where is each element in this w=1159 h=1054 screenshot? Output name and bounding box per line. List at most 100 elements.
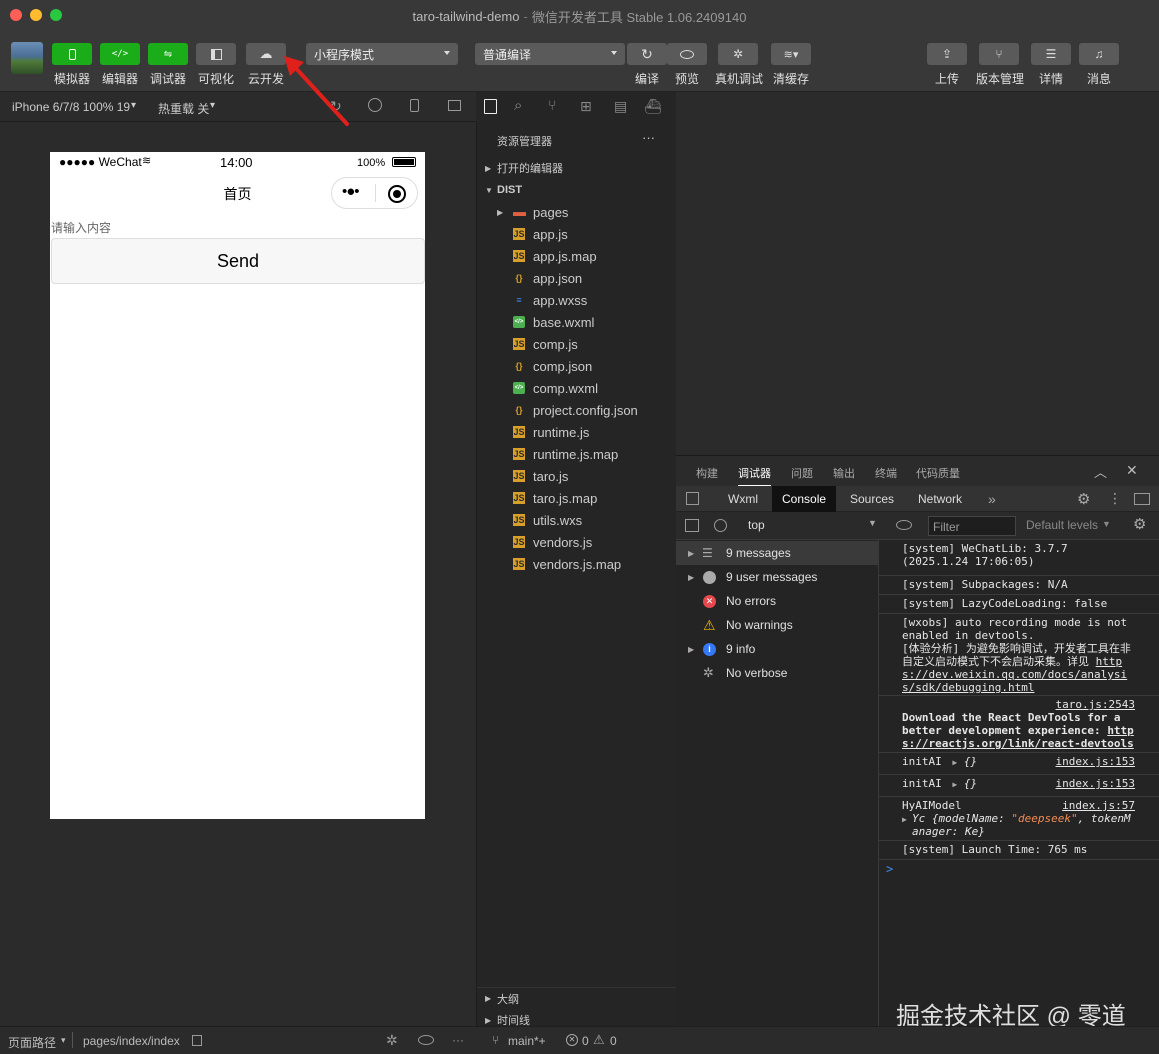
close-window-button[interactable] — [10, 9, 22, 21]
simulator-toggle-button[interactable] — [52, 43, 92, 65]
files-icon[interactable] — [484, 99, 497, 114]
tab-problems[interactable]: 问题 — [791, 465, 813, 481]
preview-button[interactable] — [667, 43, 707, 65]
error-count[interactable]: 0 — [582, 1034, 589, 1048]
log-link[interactable]: s/sdk/debugging.html — [902, 681, 1135, 694]
sidebar-item-errors[interactable]: ✕ No errors — [676, 589, 878, 613]
tab-sources[interactable]: Sources — [840, 486, 904, 512]
details-button[interactable]: ☰ — [1031, 43, 1071, 65]
tab-code-quality[interactable]: 代码质量 — [916, 465, 960, 481]
sidebar-item-verbose[interactable]: ✲ No verbose — [676, 661, 878, 685]
file-item[interactable]: JS vendors.js — [477, 531, 677, 553]
debugger-toggle-button[interactable]: ⇋ — [148, 43, 188, 65]
chevron-up-icon[interactable]: ︿ — [1094, 462, 1107, 481]
popout-icon[interactable] — [448, 100, 461, 111]
sidebar-item-info[interactable]: ▶ i 9 info — [676, 637, 878, 661]
source-link[interactable]: index.js:153 — [1056, 777, 1135, 790]
tab-terminal[interactable]: 终端 — [875, 465, 897, 481]
chevron-right-icon[interactable]: ▶ — [902, 813, 907, 826]
sidebar-toggle-icon[interactable] — [685, 519, 699, 532]
messages-button[interactable]: ♫ — [1079, 43, 1119, 65]
file-item[interactable]: {} app.json — [477, 267, 677, 289]
tab-build[interactable]: 构建 — [696, 465, 718, 481]
remote-debug-button[interactable]: ✲ — [718, 43, 758, 65]
kebab-icon[interactable]: ⋮ — [1108, 490, 1122, 507]
visual-toggle-button[interactable] — [196, 43, 236, 65]
sidebar-item-user-messages[interactable]: ▶ 9 user messages — [676, 565, 878, 589]
git-icon[interactable]: ⑂ — [548, 97, 556, 113]
dist-section[interactable]: ▼ DIST — [477, 179, 677, 201]
send-button[interactable]: Send — [51, 238, 425, 284]
extensions-icon[interactable]: ⊞ — [580, 98, 592, 115]
tab-wxml[interactable]: Wxml — [718, 486, 768, 512]
file-item[interactable]: JS comp.js — [477, 333, 677, 355]
record-icon[interactable] — [368, 98, 382, 112]
eye-icon[interactable] — [418, 1035, 434, 1045]
editor-toggle-button[interactable]: </> — [100, 43, 140, 65]
warning-count[interactable]: 0 — [610, 1034, 617, 1048]
page-path-label[interactable]: 页面路径 — [8, 1034, 56, 1051]
compile-button[interactable]: ↻ — [627, 43, 667, 65]
file-item[interactable]: JS app.js.map — [477, 245, 677, 267]
log-link[interactable]: http — [1107, 724, 1134, 737]
tab-console[interactable]: Console — [772, 486, 837, 512]
minimize-window-button[interactable] — [30, 9, 42, 21]
log-link[interactable]: http — [1096, 655, 1123, 668]
file-item[interactable]: JS runtime.js — [477, 421, 677, 443]
phone-icon[interactable] — [410, 99, 419, 112]
store-icon[interactable]: ▤ — [614, 98, 627, 115]
outline-section[interactable]: ▶ 大纲 — [477, 987, 677, 1009]
file-item[interactable]: </> comp.wxml — [477, 377, 677, 399]
context-select[interactable]: top — [748, 518, 765, 532]
source-link[interactable]: taro.js:2543 — [902, 698, 1135, 711]
clear-console-icon[interactable] — [714, 519, 727, 532]
file-item[interactable]: JS taro.js — [477, 465, 677, 487]
file-item[interactable]: JS vendors.js.map — [477, 553, 677, 575]
source-link[interactable]: index.js:57 — [1062, 799, 1135, 812]
version-button[interactable]: ⑂ — [979, 43, 1019, 65]
clear-cache-button[interactable]: ≋▾ — [771, 43, 811, 65]
file-item[interactable]: {} comp.json — [477, 355, 677, 377]
chevron-right-icon[interactable]: ▶ — [952, 780, 957, 789]
console-filter-input[interactable]: Filter — [928, 516, 1016, 536]
chevron-right-icon[interactable]: ▶ — [952, 758, 957, 767]
file-item[interactable]: ≡ app.wxss — [477, 289, 677, 311]
search-icon[interactable]: ⌕ — [514, 97, 522, 114]
eye-icon[interactable] — [896, 520, 912, 530]
content-input[interactable]: 请输入内容 — [51, 219, 111, 236]
levels-select[interactable]: Default levels — [1026, 518, 1098, 532]
close-miniprogram-icon[interactable] — [388, 185, 406, 203]
tab-debugger[interactable]: 调试器 — [738, 465, 771, 487]
file-item[interactable]: JS taro.js.map — [477, 487, 677, 509]
sidebar-item-messages[interactable]: ▶ ☰ 9 messages — [676, 541, 878, 565]
device-select[interactable]: iPhone 6/7/8 100% 19 — [12, 100, 130, 114]
dock-icon[interactable] — [1134, 493, 1150, 505]
tab-output[interactable]: 输出 — [833, 465, 855, 481]
git-branch[interactable]: main*+ — [508, 1034, 546, 1048]
log-link[interactable]: s://dev.weixin.qq.com/docs/analysi — [902, 668, 1135, 681]
tab-network[interactable]: Network — [908, 486, 972, 512]
explorer-more-button[interactable]: ··· — [642, 130, 655, 145]
upload-button[interactable]: ⇪ — [927, 43, 967, 65]
log-object[interactable]: {} — [964, 755, 977, 768]
file-item[interactable]: </> base.wxml — [477, 311, 677, 333]
more-button[interactable]: ··· — [452, 1033, 464, 1047]
log-object[interactable]: {} — [964, 777, 977, 790]
avatar[interactable] — [11, 42, 43, 74]
compile-select[interactable]: 普通编译 — [475, 43, 625, 65]
gear-icon[interactable]: ⚙ — [1133, 515, 1146, 533]
more-dots-icon[interactable]: •●• — [342, 183, 360, 200]
file-item[interactable]: {} project.config.json — [477, 399, 677, 421]
console-prompt[interactable]: > — [886, 862, 893, 876]
log-link[interactable]: s://reactjs.org/link/react-devtools — [902, 737, 1135, 750]
zoom-window-button[interactable] — [50, 9, 62, 21]
docker-icon[interactable]: ⛴ — [644, 98, 662, 115]
close-icon[interactable]: ✕ — [1126, 462, 1138, 479]
bug-icon[interactable]: ✲ — [386, 1032, 398, 1049]
gear-icon[interactable]: ⚙ — [1077, 490, 1090, 508]
file-item[interactable]: JS utils.wxs — [477, 509, 677, 531]
file-item[interactable]: ▶ ▬ pages — [477, 201, 677, 223]
file-item[interactable]: JS app.js — [477, 223, 677, 245]
hot-reload-toggle[interactable]: 热重载 关 — [158, 100, 209, 117]
inspect-icon[interactable] — [686, 492, 699, 505]
